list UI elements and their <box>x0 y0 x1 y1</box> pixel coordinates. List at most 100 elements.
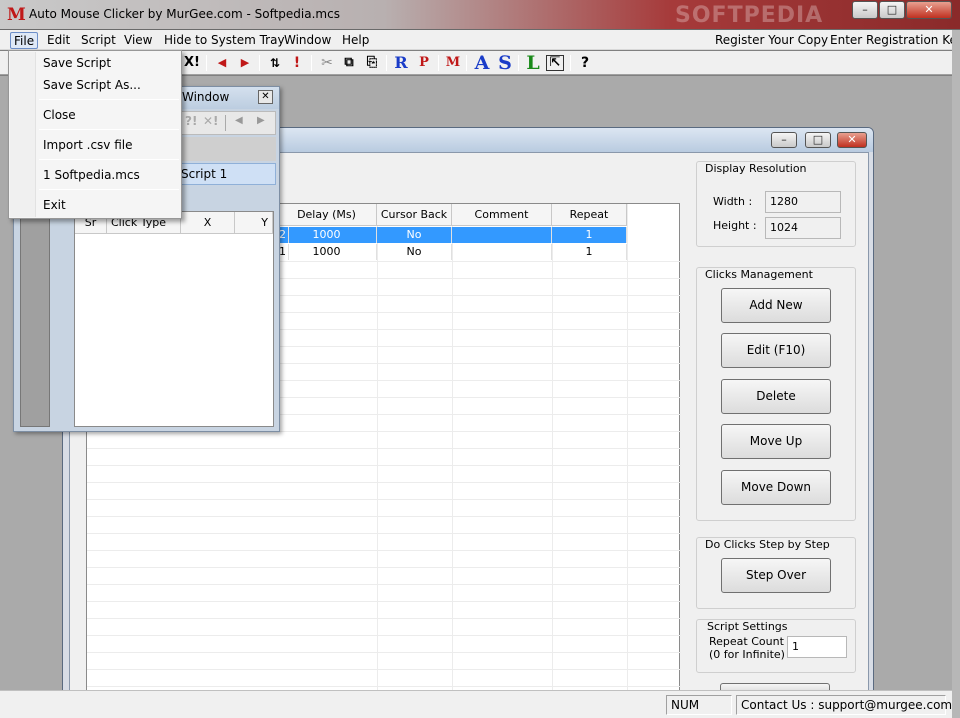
menu-separator <box>39 129 179 130</box>
column-header-cursor-back[interactable]: Cursor Back <box>377 204 452 226</box>
explorer-close-icon[interactable]: ✕ <box>258 90 273 104</box>
toolbar-separator <box>438 55 439 71</box>
menu-item-import-csv[interactable]: Import .csv file <box>43 135 133 155</box>
close-icon[interactable]: ✕ <box>906 1 952 19</box>
start-a-icon[interactable]: A <box>472 53 492 73</box>
column-header-delay[interactable]: Delay (Ms) <box>277 204 377 226</box>
grid-line <box>87 669 681 670</box>
column-header-x[interactable]: X <box>181 212 235 234</box>
pick-cursor-icon[interactable]: ⇱ <box>546 55 564 71</box>
clicks-management-label: Clicks Management <box>705 268 813 281</box>
maximize-icon[interactable]: □ <box>879 1 905 19</box>
menu-help[interactable]: Help <box>339 32 372 49</box>
repeat-count-input[interactable]: 1 <box>787 636 847 658</box>
status-bar: NUM Contact Us : support@murgee.com <box>0 690 952 718</box>
copy-icon[interactable]: ⧉ <box>339 53 359 73</box>
delete-button[interactable]: Delete <box>721 379 831 414</box>
explorer-disabled-icon[interactable]: ?! <box>185 114 197 128</box>
toolbar-separator <box>570 55 571 71</box>
toolbar-separator <box>225 115 226 131</box>
menu-item-close[interactable]: Close <box>43 105 76 125</box>
explorer-title: Window <box>182 90 230 104</box>
step-over-button[interactable]: Step Over <box>721 558 831 593</box>
explorer-right-icon[interactable]: ▶ <box>257 115 265 126</box>
menu-file[interactable]: File <box>10 32 39 49</box>
toolbar-separator <box>311 55 312 71</box>
grid-line <box>87 635 681 636</box>
cell-repeat: 1 <box>552 227 627 243</box>
grid-line <box>452 204 453 716</box>
step-by-step-label: Do Clicks Step by Step <box>705 538 830 551</box>
menu-hide-to-tray[interactable]: Hide to System Tray <box>161 32 288 49</box>
grid-line <box>87 686 681 687</box>
child-close-icon[interactable]: ✕ <box>837 132 867 148</box>
explorer-list[interactable]: Sr Click Type X Y <box>74 211 274 427</box>
grid-line <box>87 465 681 466</box>
child-minimize-icon[interactable]: – <box>771 132 797 148</box>
load-l-icon[interactable]: L <box>523 53 543 73</box>
menu-window[interactable]: Window <box>281 32 334 49</box>
cell-comment <box>452 227 552 243</box>
display-resolution-label: Display Resolution <box>705 162 807 175</box>
grid-line <box>87 550 681 551</box>
menu-item-save-script[interactable]: Save Script <box>43 53 111 73</box>
delete-all-icon[interactable]: X! <box>182 53 202 73</box>
record-r-icon[interactable]: R <box>391 53 411 73</box>
toolbar-separator <box>386 55 387 71</box>
add-new-button[interactable]: Add New <box>721 288 831 323</box>
app-logo-icon: M <box>7 5 26 25</box>
explorer-delete-icon[interactable]: ✕! <box>203 114 219 128</box>
menu-item-exit[interactable]: Exit <box>43 195 66 215</box>
grid-line <box>87 499 681 500</box>
menu-item-recent-file[interactable]: 1 Softpedia.mcs <box>43 165 140 185</box>
move-down-button[interactable]: Move Down <box>721 470 831 505</box>
repeat-count-hint: (0 for Infinite) : <box>709 648 793 661</box>
grid-line <box>377 204 378 716</box>
grid-line <box>87 584 681 585</box>
edit-button[interactable]: Edit (F10) <box>721 333 831 368</box>
cut-icon[interactable]: ✂ <box>317 53 337 73</box>
grid-line <box>87 533 681 534</box>
script-settings-label: Script Settings <box>707 620 788 633</box>
menu-separator <box>39 159 179 160</box>
column-header-comment[interactable]: Comment <box>452 204 552 226</box>
minimize-icon[interactable]: – <box>852 1 878 19</box>
explorer-left-icon[interactable]: ◀ <box>235 115 243 126</box>
table-row[interactable]: 2 1000 No 1 <box>277 227 627 243</box>
cell-delay: 1000 <box>277 244 377 260</box>
play-p-icon[interactable]: P <box>414 53 434 73</box>
contact-info: Contact Us : support@murgee.com <box>736 695 952 715</box>
toolbar-separator <box>206 55 207 71</box>
paste-icon[interactable]: ⎘ <box>362 53 382 73</box>
exclamation-icon[interactable]: ! <box>287 53 307 73</box>
move-up-button[interactable]: Move Up <box>721 424 831 459</box>
menu-bar: File Edit Script View Hide to System Tra… <box>0 30 960 50</box>
menu-edit[interactable]: Edit <box>44 32 73 49</box>
grid-line <box>87 516 681 517</box>
sort-icon[interactable]: ⇅ <box>265 53 285 73</box>
column-header-repeat[interactable]: Repeat <box>552 204 627 226</box>
column-header-y[interactable]: Y <box>235 212 273 234</box>
width-field: 1280 <box>765 191 841 213</box>
grid-line <box>87 618 681 619</box>
help-icon[interactable]: ? <box>575 53 595 73</box>
height-field: 1024 <box>765 217 841 239</box>
menu-register[interactable]: Register Your Copy <box>712 32 831 49</box>
grid-line <box>552 204 553 716</box>
explorer-side-panel <box>20 211 50 427</box>
menu-view[interactable]: View <box>121 32 155 49</box>
child-maximize-icon[interactable]: □ <box>805 132 831 148</box>
cell-cursor-back: No <box>377 227 452 243</box>
arrow-right-icon[interactable]: ▶ <box>235 53 255 73</box>
menu-script[interactable]: Script <box>78 32 119 49</box>
menu-enter-key[interactable]: Enter Registration Key <box>827 32 960 49</box>
arrow-left-icon[interactable]: ◀ <box>212 53 232 73</box>
clicks-management-group: Clicks Management Add New Edit (F10) Del… <box>696 267 856 521</box>
stop-s-icon[interactable]: S <box>495 53 515 73</box>
toolbar-separator <box>259 55 260 71</box>
table-row[interactable]: 1 1000 No 1 <box>277 244 627 260</box>
grid-line <box>87 448 681 449</box>
macro-m-icon[interactable]: M <box>443 53 463 73</box>
menu-separator <box>39 99 179 100</box>
menu-item-save-script-as[interactable]: Save Script As... <box>43 75 141 95</box>
